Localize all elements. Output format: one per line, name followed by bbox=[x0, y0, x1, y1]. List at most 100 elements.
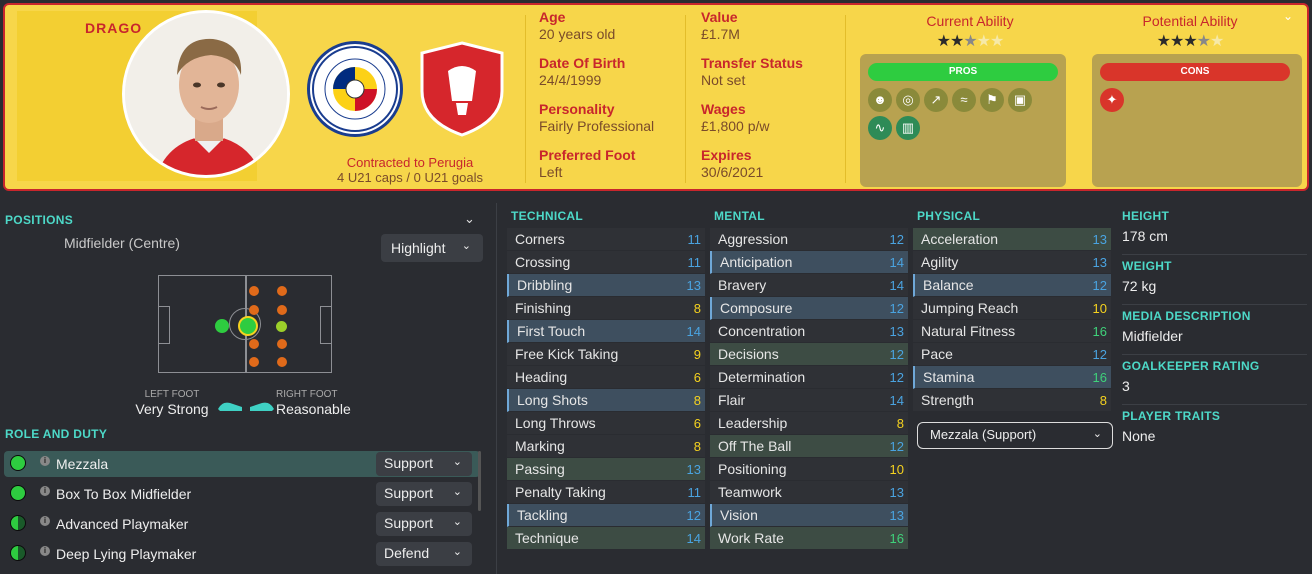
boot-icon[interactable]: ↗ bbox=[924, 88, 948, 112]
field-icon[interactable]: ▣ bbox=[1008, 88, 1032, 112]
brain-icon[interactable]: ☻ bbox=[868, 88, 892, 112]
header-divider bbox=[685, 15, 686, 183]
attribute-value: 16 bbox=[1092, 324, 1107, 339]
role-row[interactable]: i Mezzala Support ⌄ bbox=[4, 451, 480, 477]
info-icon[interactable]: i bbox=[40, 486, 50, 496]
attribute-row[interactable]: Bravery 14 bbox=[710, 274, 908, 297]
attribute-row[interactable]: Passing 13 bbox=[507, 458, 705, 481]
attribute-row[interactable]: Anticipation 14 bbox=[710, 251, 908, 274]
chevron-down-icon: ⌄ bbox=[452, 456, 462, 468]
attribute-row[interactable]: Teamwork 13 bbox=[710, 481, 908, 504]
attribute-value: 16 bbox=[889, 531, 904, 546]
attribute-name: Jumping Reach bbox=[921, 300, 1019, 316]
attribute-row[interactable]: Leadership 8 bbox=[710, 412, 908, 435]
highlight-dropdown[interactable]: Highlight ⌄ bbox=[381, 234, 483, 262]
left-foot-value: Very Strong bbox=[135, 401, 209, 417]
boots-icon bbox=[216, 399, 276, 413]
attribute-row[interactable]: Long Throws 6 bbox=[507, 412, 705, 435]
wings-icon[interactable]: ≈ bbox=[952, 88, 976, 112]
attribute-name: Acceleration bbox=[921, 231, 999, 247]
attribute-name: Passing bbox=[515, 461, 565, 477]
attribute-value: 12 bbox=[1092, 278, 1107, 293]
pulse-icon[interactable]: ∿ bbox=[868, 116, 892, 140]
attribute-value: 8 bbox=[693, 439, 701, 454]
attribute-value: 8 bbox=[693, 393, 701, 408]
info-icon[interactable]: i bbox=[40, 456, 50, 466]
attribute-row[interactable]: Concentration 13 bbox=[710, 320, 908, 343]
duty-dropdown[interactable]: Support ⌄ bbox=[376, 512, 472, 536]
chevron-down-icon[interactable]: ⌄ bbox=[1283, 9, 1293, 23]
attribute-row[interactable]: Decisions 12 bbox=[710, 343, 908, 366]
attribute-row[interactable]: Determination 12 bbox=[710, 366, 908, 389]
attribute-row[interactable]: Natural Fitness 16 bbox=[913, 320, 1111, 343]
mental-title: MENTAL bbox=[714, 209, 765, 223]
attribute-row[interactable]: Vision 13 bbox=[710, 504, 908, 527]
attribute-row[interactable]: Marking 8 bbox=[507, 435, 705, 458]
duty-label: Defend bbox=[384, 545, 430, 561]
attribute-row[interactable]: Jumping Reach 10 bbox=[913, 297, 1111, 320]
attribute-name: Leadership bbox=[718, 415, 788, 431]
duty-dropdown[interactable]: Support ⌄ bbox=[376, 452, 472, 476]
attribute-value: 14 bbox=[889, 278, 904, 293]
attribute-row[interactable]: Pace 12 bbox=[913, 343, 1111, 366]
role-list-scrollbar[interactable] bbox=[478, 451, 481, 511]
attribute-name: Technique bbox=[515, 530, 579, 546]
attribute-row[interactable]: Penalty Taking 11 bbox=[507, 481, 705, 504]
duty-dropdown[interactable]: Support ⌄ bbox=[376, 482, 472, 506]
attribute-row[interactable]: Dribbling 13 bbox=[507, 274, 705, 297]
media-label: MEDIA DESCRIPTION bbox=[1122, 309, 1251, 323]
attribute-row[interactable]: Composure 12 bbox=[710, 297, 908, 320]
attribute-value: 16 bbox=[1092, 370, 1107, 385]
attribute-row[interactable]: Finishing 8 bbox=[507, 297, 705, 320]
attribute-value: 14 bbox=[686, 324, 701, 339]
attribute-row[interactable]: First Touch 14 bbox=[507, 320, 705, 343]
attribute-name: Strength bbox=[921, 392, 974, 408]
attribute-row[interactable]: Off The Ball 12 bbox=[710, 435, 908, 458]
attribute-row[interactable]: Free Kick Taking 9 bbox=[507, 343, 705, 366]
attribute-row[interactable]: Stamina 16 bbox=[913, 366, 1111, 389]
role-select-dropdown[interactable]: Mezzala (Support) ⌄ bbox=[917, 422, 1113, 449]
chevron-down-icon[interactable]: ⌄ bbox=[464, 211, 475, 227]
attribute-row[interactable]: Heading 6 bbox=[507, 366, 705, 389]
media-value: Midfielder bbox=[1122, 328, 1183, 344]
attribute-name: Heading bbox=[515, 369, 568, 385]
attribute-row[interactable]: Tackling 12 bbox=[507, 504, 705, 527]
role-row[interactable]: i Deep Lying Playmaker Defend ⌄ bbox=[4, 541, 480, 567]
player-portrait bbox=[122, 10, 290, 178]
attribute-value: 12 bbox=[889, 232, 904, 247]
locker-icon[interactable]: ▥ bbox=[896, 116, 920, 140]
info-icon[interactable]: i bbox=[40, 516, 50, 526]
duty-dropdown[interactable]: Defend ⌄ bbox=[376, 542, 472, 566]
attribute-value: 10 bbox=[889, 462, 904, 477]
flag-icon[interactable]: ⚑ bbox=[980, 88, 1004, 112]
role-row[interactable]: i Advanced Playmaker Support ⌄ bbox=[4, 511, 480, 537]
attribute-row[interactable]: Corners 11 bbox=[507, 228, 705, 251]
role-name: Box To Box Midfielder bbox=[56, 486, 192, 502]
technical-column: TECHNICAL Corners 11 Crossing 11 Dribbling 13… bbox=[507, 205, 705, 550]
attribute-value: 14 bbox=[686, 531, 701, 546]
transfer-status-label: Transfer Status bbox=[701, 55, 803, 71]
age-value: 20 years old bbox=[539, 26, 616, 42]
attribute-row[interactable]: Balance 12 bbox=[913, 274, 1111, 297]
attribute-value: 11 bbox=[687, 485, 702, 500]
preferred-foot-label: Preferred Foot bbox=[539, 147, 636, 163]
gk-value: 3 bbox=[1122, 378, 1130, 394]
info-icon[interactable]: i bbox=[40, 546, 50, 556]
attribute-value: 12 bbox=[1092, 347, 1107, 362]
attribute-row[interactable]: Flair 14 bbox=[710, 389, 908, 412]
attribute-row[interactable]: Acceleration 13 bbox=[913, 228, 1111, 251]
attribute-row[interactable]: Aggression 12 bbox=[710, 228, 908, 251]
attribute-row[interactable]: Positioning 10 bbox=[710, 458, 908, 481]
attribute-row[interactable]: Crossing 11 bbox=[507, 251, 705, 274]
target-icon[interactable]: ◎ bbox=[896, 88, 920, 112]
role-row[interactable]: i Box To Box Midfielder Support ⌄ bbox=[4, 481, 480, 507]
attribute-row[interactable]: Technique 14 bbox=[507, 527, 705, 550]
attribute-name: Bravery bbox=[718, 277, 767, 293]
attribute-row[interactable]: Strength 8 bbox=[913, 389, 1111, 412]
attribute-row[interactable]: Long Shots 8 bbox=[507, 389, 705, 412]
attribute-row[interactable]: Agility 13 bbox=[913, 251, 1111, 274]
attribute-value: 13 bbox=[686, 462, 701, 477]
footprint-icon[interactable]: ✦ bbox=[1100, 88, 1124, 112]
duty-label: Support bbox=[384, 485, 434, 501]
attribute-row[interactable]: Work Rate 16 bbox=[710, 527, 908, 550]
